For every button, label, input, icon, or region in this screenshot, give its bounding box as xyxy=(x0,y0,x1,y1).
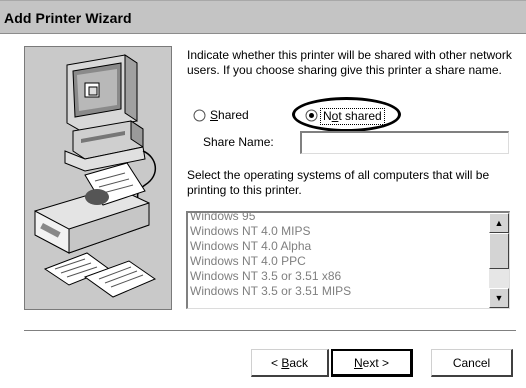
add-printer-wizard-window: Add Printer Wizard Indicate whether this… xyxy=(0,0,526,388)
shared-radio-label[interactable]: Shared xyxy=(210,108,249,123)
shared-radio[interactable] xyxy=(193,109,206,122)
os-list-item[interactable]: Windows NT 4.0 PPC xyxy=(190,254,487,269)
os-list-item[interactable]: Windows 95 xyxy=(190,213,487,224)
scroll-thumb[interactable] xyxy=(489,233,509,269)
scroll-down-arrow-icon: ▼ xyxy=(494,293,504,303)
scroll-up-button[interactable]: ▲ xyxy=(489,213,509,233)
scroll-down-button[interactable]: ▼ xyxy=(489,288,509,308)
back-button[interactable]: < Back xyxy=(251,349,329,377)
os-list-item[interactable]: Windows NT 3.5 or 3.51 x86 xyxy=(190,269,487,284)
os-prompt-text: Select the operating systems of all comp… xyxy=(187,168,490,197)
os-listbox[interactable]: Windows 95 Windows NT 4.0 MIPS Windows N… xyxy=(186,211,510,309)
os-list-item[interactable]: Windows NT 4.0 MIPS xyxy=(190,224,487,239)
share-name-input[interactable] xyxy=(300,131,509,154)
wizard-illustration xyxy=(24,46,172,310)
cancel-button[interactable]: Cancel xyxy=(431,349,513,377)
share-name-label: Share Name: xyxy=(203,135,274,149)
title-bar[interactable]: Add Printer Wizard xyxy=(0,0,526,34)
intro-text: Indicate whether this printer will be sh… xyxy=(187,48,512,77)
window-title: Add Printer Wizard xyxy=(4,10,132,26)
radio-unchecked-icon xyxy=(193,109,206,122)
next-button[interactable]: Next > xyxy=(331,349,413,377)
os-list-item[interactable]: Windows NT 3.5 or 3.51 MIPS xyxy=(190,284,487,299)
os-list-scrollbar[interactable]: ▲ ▼ xyxy=(489,213,509,308)
os-list: Windows 95 Windows NT 4.0 MIPS Windows N… xyxy=(190,213,487,299)
footer-divider xyxy=(24,330,516,332)
os-list-item[interactable]: Windows NT 4.0 Alpha xyxy=(190,239,487,254)
computer-printer-illustration-icon xyxy=(34,54,157,298)
annotation-ellipse xyxy=(292,97,401,132)
scroll-up-arrow-icon: ▲ xyxy=(494,218,504,228)
